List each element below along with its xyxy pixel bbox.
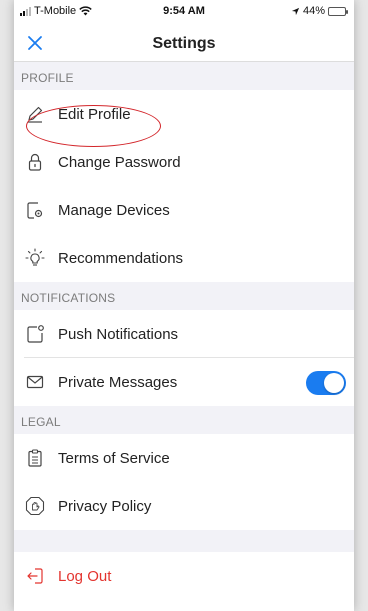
settings-item-push-notifications[interactable]: Push Notifications — [14, 310, 354, 358]
private-messages-toggle[interactable] — [306, 371, 346, 395]
section-header-notifications: NOTIFICATIONS — [14, 282, 354, 310]
section-spacer — [14, 530, 354, 552]
settings-item-label: Push Notifications — [58, 325, 179, 343]
pencil-icon — [24, 103, 46, 125]
battery-group: 44% — [291, 5, 348, 17]
push-notification-icon — [24, 323, 46, 345]
settings-item-terms-of-service[interactable]: Terms of Service — [14, 434, 354, 482]
settings-item-recommendations[interactable]: Recommendations — [14, 234, 354, 282]
devices-icon — [24, 199, 46, 221]
lightbulb-icon — [24, 247, 46, 269]
section-header-profile: PROFILE — [14, 62, 354, 90]
logout-button[interactable]: Log Out — [14, 552, 354, 600]
location-arrow-icon — [291, 7, 300, 15]
battery-icon — [328, 6, 348, 16]
settings-item-private-messages[interactable]: Private Messages — [14, 358, 354, 406]
settings-item-label: Manage Devices — [58, 201, 170, 219]
settings-item-manage-devices[interactable]: Manage Devices — [14, 186, 354, 234]
toggle-knob — [324, 373, 344, 393]
settings-item-label: Terms of Service — [58, 449, 170, 467]
logout-icon — [24, 565, 46, 587]
settings-item-label: Privacy Policy — [58, 497, 152, 515]
settings-item-edit-profile[interactable]: Edit Profile — [14, 90, 354, 138]
settings-item-label: Change Password — [58, 153, 181, 171]
clipboard-icon — [24, 447, 46, 469]
envelope-icon — [24, 371, 46, 393]
nav-bar: Settings — [14, 26, 354, 62]
lock-icon — [24, 151, 46, 173]
settings-item-label: Recommendations — [58, 249, 184, 267]
phone-screen: T-Mobile 9:54 AM 44% Settings PROFILE Ed… — [14, 0, 354, 611]
settings-item-label: Edit Profile — [58, 105, 131, 123]
settings-item-label: Private Messages — [58, 373, 178, 391]
settings-item-privacy-policy[interactable]: Privacy Policy — [14, 482, 354, 530]
settings-item-change-password[interactable]: Change Password — [14, 138, 354, 186]
battery-percent: 44% — [302, 5, 325, 17]
page-title: Settings — [152, 35, 216, 52]
section-header-legal: LEGAL — [14, 406, 354, 434]
privacy-shield-icon — [24, 495, 46, 517]
logout-label: Log Out — [58, 567, 112, 585]
status-bar: T-Mobile 9:54 AM 44% — [14, 0, 354, 26]
